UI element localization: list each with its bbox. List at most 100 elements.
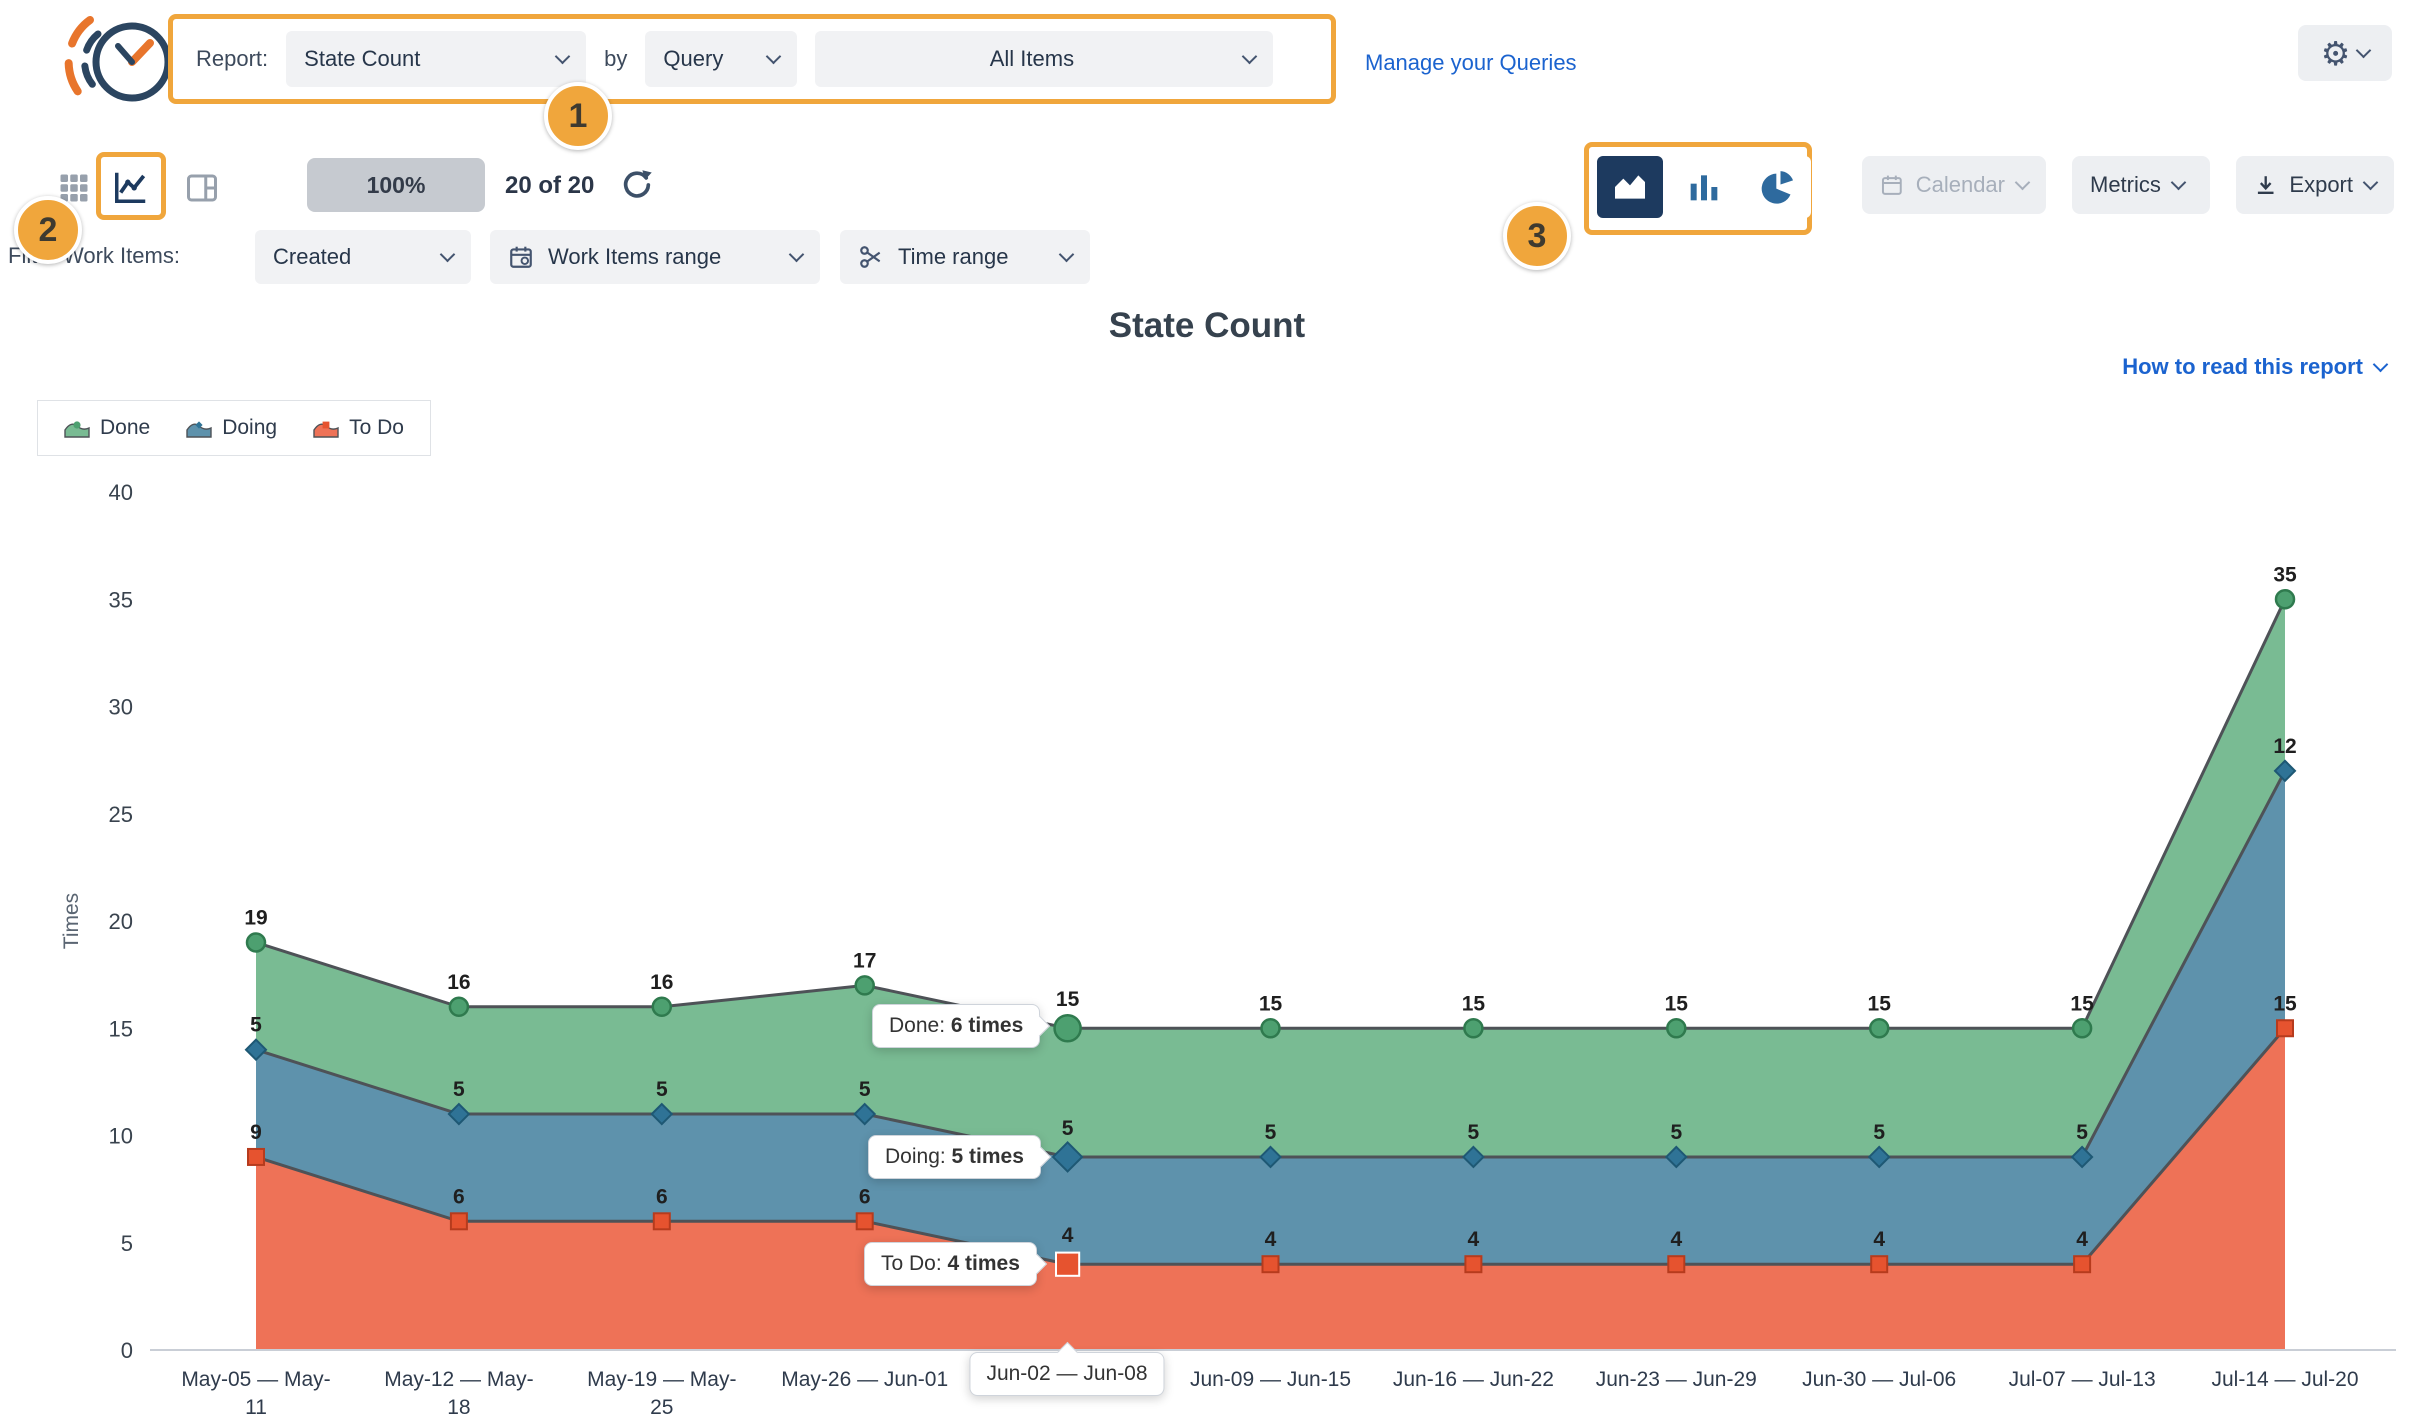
marker-done[interactable] <box>1667 1019 1685 1037</box>
line-done <box>256 599 2285 1028</box>
items-scope-select[interactable]: All Items <box>815 31 1273 87</box>
point-label-done: 15 <box>2070 992 2094 1015</box>
y-tick-label: 35 <box>109 587 133 612</box>
marker-done[interactable] <box>2276 590 2294 608</box>
y-tick-label: 25 <box>109 802 133 827</box>
marker-to-do[interactable] <box>1465 1256 1481 1272</box>
marker-done[interactable] <box>450 998 468 1016</box>
marker-to-do[interactable] <box>1263 1256 1279 1272</box>
point-label-doing: 5 <box>1670 1121 1682 1144</box>
marker-to-do[interactable] <box>2277 1020 2293 1036</box>
report-label: Report: <box>196 46 268 72</box>
x-axis-label: Jun-16 — Jun-22 <box>1378 1366 1568 1394</box>
manage-queries-link[interactable]: Manage your Queries <box>1365 50 1577 76</box>
marker-done[interactable] <box>1464 1019 1482 1037</box>
calendar-button-label: Calendar <box>1916 172 2005 198</box>
chart-type-toggle <box>1597 156 1811 218</box>
annotation-step-3-number: 3 <box>1528 217 1547 256</box>
items-scope-value: All Items <box>833 46 1230 72</box>
area-chart-toggle[interactable] <box>1597 156 1663 218</box>
pie-chart-icon <box>1758 167 1798 207</box>
point-label-done: 17 <box>853 949 876 972</box>
legend-item-to-do[interactable]: To Do <box>313 416 404 440</box>
y-tick-label: 5 <box>121 1231 133 1256</box>
marker-done[interactable] <box>856 976 874 994</box>
metrics-button[interactable]: Metrics <box>2072 156 2210 214</box>
point-label-done: 19 <box>244 906 267 929</box>
chevron-down-icon <box>1059 247 1075 263</box>
x-axis-labels: May-05 — May- 11May-12 — May- 18May-19 —… <box>0 1366 2414 1422</box>
marker-to-do[interactable] <box>248 1149 264 1165</box>
bar-chart-toggle[interactable] <box>1671 156 1737 218</box>
tooltip-done-value: 6 times <box>951 1014 1023 1037</box>
chart-legend: Done Doing To Do <box>37 400 431 456</box>
point-label-done: 15 <box>1259 992 1283 1015</box>
refresh-button[interactable] <box>620 168 654 207</box>
annotation-step-2-number: 2 <box>39 211 58 250</box>
how-to-read-label: How to read this report <box>2122 354 2363 380</box>
legend-label: To Do <box>349 416 404 440</box>
marker-to-do[interactable] <box>451 1213 467 1229</box>
legend-item-done[interactable]: Done <box>64 416 150 440</box>
chevron-down-icon <box>440 247 456 263</box>
calendar-icon <box>1880 172 1904 198</box>
details-view-button[interactable] <box>178 164 226 212</box>
tooltip-todo-value: 4 times <box>948 1252 1020 1275</box>
calendar-button[interactable]: Calendar <box>1862 156 2046 214</box>
settings-button[interactable]: ⚙ <box>2298 25 2392 81</box>
marker-to-do[interactable] <box>1871 1256 1887 1272</box>
x-axis-label: Jul-07 — Jul-13 <box>1987 1366 2177 1394</box>
point-label-to-do: 4 <box>1062 1224 1074 1247</box>
tooltip-todo: To Do: 4 times <box>864 1242 1037 1286</box>
app-root: Report: State Count by Query All Items 1… <box>0 0 2414 1422</box>
export-button[interactable]: Export <box>2236 156 2394 214</box>
query-type-select[interactable]: Query <box>645 31 797 87</box>
area-done <box>256 599 2285 1157</box>
chevron-down-icon <box>789 247 805 263</box>
marker-to-do[interactable] <box>1056 1253 1079 1276</box>
by-label: by <box>604 46 627 72</box>
chevron-down-icon <box>2015 175 2031 191</box>
marker-to-do[interactable] <box>654 1213 670 1229</box>
point-label-doing: 5 <box>2076 1121 2088 1144</box>
line-chart-icon <box>112 168 150 206</box>
pie-chart-toggle[interactable] <box>1745 156 1811 218</box>
marker-to-do[interactable] <box>2074 1256 2090 1272</box>
annotation-step-1: 1 <box>544 82 612 150</box>
time-range-select[interactable]: Time range <box>840 230 1090 284</box>
refresh-icon <box>620 168 654 202</box>
point-label-to-do: 4 <box>2076 1228 2088 1251</box>
chevron-down-icon <box>766 49 782 65</box>
point-label-to-do: 4 <box>1670 1228 1682 1251</box>
legend-item-doing[interactable]: Doing <box>186 416 277 440</box>
y-axis-title: Times <box>60 893 83 949</box>
marker-to-do[interactable] <box>1668 1256 1684 1272</box>
bar-chart-icon <box>1684 167 1724 207</box>
chart-view-button[interactable] <box>107 163 155 211</box>
zoom-level-button[interactable]: 100% <box>307 158 485 212</box>
report-select[interactable]: State Count <box>286 31 586 87</box>
marker-done[interactable] <box>653 998 671 1016</box>
marker-done[interactable] <box>2073 1019 2091 1037</box>
scissors-icon <box>858 244 884 270</box>
filter-created-select[interactable]: Created <box>255 230 471 284</box>
point-label-to-do: 9 <box>250 1121 262 1144</box>
metrics-button-label: Metrics <box>2090 172 2161 198</box>
marker-to-do[interactable] <box>857 1213 873 1229</box>
how-to-read-link[interactable]: How to read this report <box>2122 354 2386 380</box>
app-logo <box>52 10 182 114</box>
tooltip-doing: Doing: 5 times <box>868 1135 1041 1179</box>
x-axis-label: Jun-09 — Jun-15 <box>1176 1366 1366 1394</box>
work-items-range-select[interactable]: Work Items range <box>490 230 820 284</box>
x-axis-label: May-26 — Jun-01 <box>770 1366 960 1394</box>
point-label-doing: 5 <box>1468 1121 1480 1144</box>
marker-done[interactable] <box>247 933 265 951</box>
marker-done[interactable] <box>1870 1019 1888 1037</box>
filter-created-value: Created <box>273 244 351 270</box>
x-axis-label: Jul-14 — Jul-20 <box>2190 1366 2380 1394</box>
marker-done[interactable] <box>1055 1015 1081 1041</box>
marker-done[interactable] <box>1262 1019 1280 1037</box>
x-axis-label: May-12 — May- 18 <box>364 1366 554 1421</box>
time-range-label: Time range <box>898 244 1008 270</box>
point-label-doing: 5 <box>1062 1117 1074 1140</box>
